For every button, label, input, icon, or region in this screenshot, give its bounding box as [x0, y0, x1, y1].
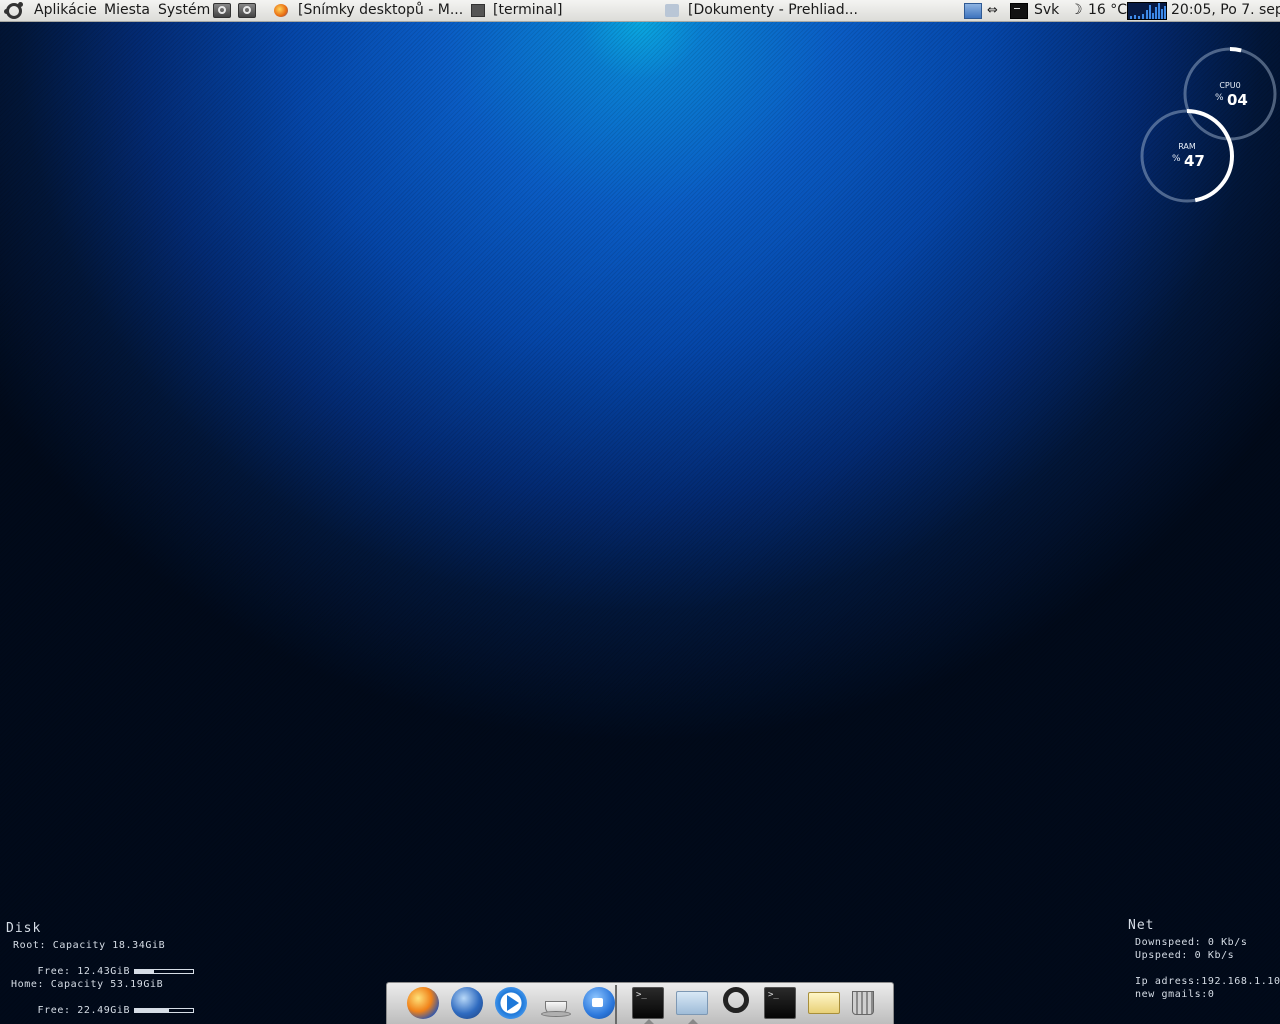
dock [386, 982, 894, 1024]
ram-label: RAM [1178, 142, 1196, 151]
video-chat-launcher-icon[interactable] [583, 987, 615, 1019]
net-ip-address: Ip adress:192.168.1.10 [1135, 976, 1280, 987]
dock-separator [615, 985, 617, 1024]
network-icon[interactable] [964, 3, 982, 19]
keyboard-layout-indicator[interactable]: Svk [1034, 0, 1059, 21]
net-widget: Net Downspeed: 0 Kb/s Upspeed: 0 Kb/s Ip… [1128, 918, 1280, 1001]
disk-root-free: Free: 12.43GiB [37, 966, 131, 977]
terminal-icon [471, 4, 485, 17]
disk-home-usage-bar [134, 1007, 195, 1013]
cpu-value: 04 [1227, 91, 1248, 109]
taskbar-item-firefox[interactable]: [Snímky desktopů - M... [298, 0, 463, 21]
cpu-unit: % [1215, 93, 1224, 103]
taskbar-item-file-browser[interactable]: [Dokumenty - Prehliad... [688, 0, 858, 21]
menu-applications[interactable]: Aplikácie [34, 0, 97, 21]
menu-system[interactable]: Systém [158, 0, 210, 21]
net-downspeed: Downspeed: 0 Kb/s [1135, 937, 1248, 948]
window-launcher-icon[interactable] [676, 991, 708, 1024]
firefox-icon [274, 4, 288, 17]
arrows-icon[interactable]: ⇔ [987, 0, 998, 21]
thunderbird-launcher-icon[interactable] [451, 987, 483, 1019]
disk-title: Disk [6, 921, 42, 936]
terminal-tray-icon[interactable] [1010, 3, 1028, 19]
screenshot-launcher-icon[interactable] [213, 3, 231, 18]
ubuntu-launcher-icon[interactable] [723, 987, 749, 1013]
menu-places[interactable]: Miesta [104, 0, 150, 21]
clock[interactable]: 20:05, Po 7. sep [1171, 0, 1280, 21]
cpu-label: CPU0 [1219, 81, 1241, 90]
coffee-cup-launcher-icon[interactable] [539, 987, 571, 1019]
system-monitor-graph[interactable] [1127, 2, 1167, 20]
screenshot-launcher-2-icon[interactable] [238, 3, 256, 18]
desktop-background [0, 22, 1280, 1024]
weather-moon-icon: ☽ [1070, 2, 1083, 18]
media-player-launcher-icon[interactable] [495, 987, 527, 1019]
net-upspeed: Upspeed: 0 Kb/s [1135, 950, 1235, 961]
disk-widget: Disk Root: Capacity 18.34GiB Free: 12.43… [6, 921, 195, 1016]
terminal-launcher-icon[interactable] [632, 987, 664, 1024]
weather-temperature[interactable]: 16 °C [1088, 0, 1127, 21]
ram-value: 47 [1184, 152, 1205, 170]
disk-home-capacity: Home: Capacity 53.19GiB [11, 979, 164, 990]
disk-root-capacity: Root: Capacity 18.34GiB [13, 940, 166, 951]
net-new-gmails: new gmails:0 [1135, 989, 1215, 1000]
top-panel: Aplikácie Miesta Systém [Snímky desktopů… [0, 0, 1280, 22]
folder-icon [665, 4, 679, 17]
taskbar-item-terminal[interactable]: [terminal] [493, 0, 562, 21]
disk-home-free: Free: 22.49GiB [37, 1005, 131, 1016]
terminal-launcher-2-icon[interactable] [764, 987, 796, 1019]
ram-unit: % [1172, 154, 1181, 164]
disk-root-usage-bar [134, 968, 195, 974]
firefox-launcher-icon[interactable] [407, 987, 439, 1019]
net-title: Net [1128, 918, 1155, 933]
ram-meter: RAM % 47 [1139, 108, 1235, 204]
folder-launcher-icon[interactable] [808, 992, 840, 1014]
ubuntu-logo-icon[interactable] [4, 2, 23, 19]
trash-icon[interactable] [852, 991, 874, 1015]
